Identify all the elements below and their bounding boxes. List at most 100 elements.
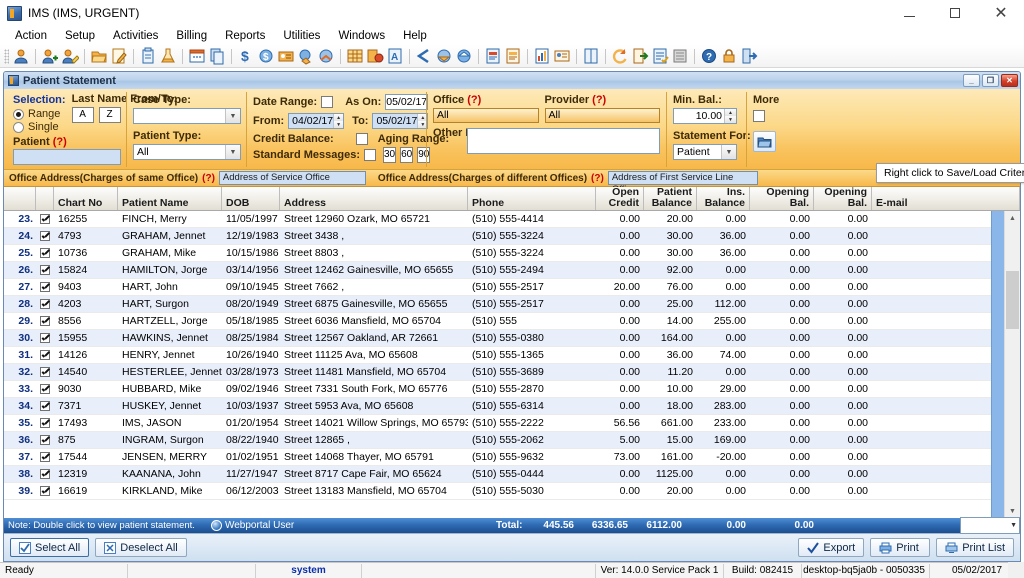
grid-column-header-open_credit[interactable]: Open Credit bbox=[596, 187, 644, 210]
checkbox-checked-icon[interactable] bbox=[40, 469, 50, 479]
from-date-spinner[interactable]: ▲ ▼ bbox=[333, 114, 344, 128]
menu-item-reports[interactable]: Reports bbox=[216, 28, 274, 44]
row-select-checkbox[interactable] bbox=[36, 265, 54, 275]
row-select-checkbox[interactable] bbox=[36, 384, 54, 394]
charge-icon[interactable]: $ bbox=[257, 47, 275, 65]
lock-icon[interactable] bbox=[720, 47, 738, 65]
grid-column-header-patient_name[interactable]: Patient Name bbox=[118, 187, 222, 210]
checkbox-checked-icon[interactable] bbox=[40, 231, 50, 241]
auth-icon[interactable]: A bbox=[386, 47, 404, 65]
minimize-button[interactable] bbox=[886, 0, 932, 26]
patient-help-marker[interactable]: (?) bbox=[53, 136, 67, 148]
grid-column-header-patient_balance[interactable]: Patient Balance bbox=[644, 187, 697, 210]
load-criteria-button[interactable] bbox=[753, 131, 776, 152]
back-arrow-icon[interactable] bbox=[415, 47, 433, 65]
row-select-checkbox[interactable] bbox=[36, 248, 54, 258]
mdi-close-button[interactable]: ✕ bbox=[1001, 74, 1018, 87]
row-select-checkbox[interactable] bbox=[36, 350, 54, 360]
checkbox-checked-icon[interactable] bbox=[40, 486, 50, 496]
checkbox-checked-icon[interactable] bbox=[40, 384, 50, 394]
checkbox-checked-icon[interactable] bbox=[40, 435, 50, 445]
print-button[interactable]: Print bbox=[870, 538, 931, 557]
row-select-checkbox[interactable] bbox=[36, 214, 54, 224]
report-orange-icon[interactable] bbox=[504, 47, 522, 65]
credit-balance-checkbox[interactable] bbox=[355, 133, 368, 145]
table-row[interactable]: 27. 9403 HART, John 09/10/1945 Street 7662 ,… bbox=[4, 279, 1020, 296]
payment-icon[interactable]: $ bbox=[237, 47, 255, 65]
grid-icon[interactable] bbox=[346, 47, 364, 65]
table-row[interactable]: 32. 14540 HESTERLEE, Jennet 03/28/1973 Stree… bbox=[4, 364, 1020, 381]
totals-overflow-combo[interactable]: ▼ bbox=[960, 517, 1020, 534]
different-office-help-marker[interactable]: (?) bbox=[591, 173, 604, 184]
refresh-icon[interactable] bbox=[611, 47, 629, 65]
from-date-input[interactable]: 04/02/17 ▲ ▼ bbox=[288, 113, 345, 129]
row-select-checkbox[interactable] bbox=[36, 469, 54, 479]
provider-help-marker[interactable]: (?) bbox=[592, 94, 606, 106]
patient-add-icon[interactable] bbox=[41, 47, 59, 65]
export-icon[interactable] bbox=[631, 47, 649, 65]
claim-status-icon[interactable] bbox=[317, 47, 335, 65]
as-on-input[interactable]: 05/02/17 bbox=[385, 94, 429, 110]
report-red-icon[interactable] bbox=[484, 47, 502, 65]
menu-item-utilities[interactable]: Utilities bbox=[274, 28, 329, 44]
chart-bar-icon[interactable] bbox=[533, 47, 551, 65]
select-all-button[interactable]: Select All bbox=[10, 538, 90, 557]
provider-select[interactable]: All bbox=[544, 108, 660, 123]
mdi-minimize-button[interactable]: _ bbox=[963, 74, 980, 87]
menu-item-setup[interactable]: Setup bbox=[56, 28, 104, 44]
statement-for-select[interactable]: Patient ▼ bbox=[673, 144, 737, 160]
grid-column-header-email[interactable]: E-mail bbox=[872, 187, 1020, 210]
scrollbar-thumb[interactable] bbox=[1006, 271, 1019, 329]
checkbox-checked-icon[interactable] bbox=[40, 350, 50, 360]
row-select-checkbox[interactable] bbox=[36, 367, 54, 377]
chevron-down-icon[interactable]: ▼ bbox=[225, 145, 240, 159]
id-card-icon[interactable] bbox=[553, 47, 571, 65]
date-range-checkbox[interactable] bbox=[321, 96, 334, 108]
grid-column-header-phone[interactable]: Phone bbox=[468, 187, 596, 210]
open-folder-icon[interactable] bbox=[90, 47, 108, 65]
checkbox-checked-icon[interactable] bbox=[40, 214, 50, 224]
table-row[interactable]: 23. 16255 FINCH, Merry 11/05/1997 Street 129… bbox=[4, 211, 1020, 228]
table-row[interactable]: 25. 10736 GRAHAM, Mike 10/15/1986 Street 880… bbox=[4, 245, 1020, 262]
row-select-checkbox[interactable] bbox=[36, 401, 54, 411]
different-office-address-input[interactable]: Address of First Service Line Office bbox=[607, 171, 758, 195]
chevron-down-icon[interactable]: ▼ bbox=[225, 109, 240, 123]
table-row[interactable]: 31. 14126 HENRY, Jennet 10/26/1940 Street 11… bbox=[4, 347, 1020, 364]
grid-vertical-scrollbar[interactable]: ▲ ▼ bbox=[1004, 211, 1020, 518]
table-row[interactable]: 35. 17493 IMS, JASON 01/20/1954 Street 14021… bbox=[4, 415, 1020, 432]
office-select[interactable]: All bbox=[433, 108, 539, 123]
to-date-input[interactable]: 05/02/17 ▲ ▼ bbox=[372, 113, 429, 129]
table-row[interactable]: 33. 9030 HUBBARD, Mike 09/02/1946 Street 733… bbox=[4, 381, 1020, 398]
calendar-icon[interactable] bbox=[188, 47, 206, 65]
checkbox-checked-icon[interactable] bbox=[40, 367, 50, 377]
maximize-button[interactable] bbox=[932, 0, 978, 26]
lab-flask-icon[interactable] bbox=[159, 47, 177, 65]
office-help-marker[interactable]: (?) bbox=[467, 94, 481, 106]
clipboard-icon[interactable] bbox=[139, 47, 157, 65]
lastname-to-input[interactable]: Z bbox=[98, 107, 121, 123]
aging-60-input[interactable]: 60 bbox=[400, 147, 414, 163]
deselect-all-button[interactable]: Deselect All bbox=[95, 538, 187, 557]
checkbox-checked-icon[interactable] bbox=[40, 265, 50, 275]
mdi-restore-button[interactable]: ❐ bbox=[982, 74, 999, 87]
row-select-checkbox[interactable] bbox=[36, 316, 54, 326]
min-balance-input[interactable]: 10.00 ▲ ▼ bbox=[673, 108, 737, 124]
checkbox-checked-icon[interactable] bbox=[40, 333, 50, 343]
table-row[interactable]: 26. 15824 HAMILTON, Jorge 03/14/1956 Street … bbox=[4, 262, 1020, 279]
row-select-checkbox[interactable] bbox=[36, 435, 54, 445]
checkbox-checked-icon[interactable] bbox=[40, 248, 50, 258]
ledger-icon[interactable] bbox=[671, 47, 689, 65]
grid-column-header-chart_no[interactable]: Chart No bbox=[54, 187, 118, 210]
patient-edit-icon[interactable] bbox=[61, 47, 79, 65]
row-select-checkbox[interactable] bbox=[36, 231, 54, 241]
single-radio[interactable] bbox=[13, 121, 24, 133]
export-button[interactable]: Export bbox=[798, 538, 865, 557]
row-select-checkbox[interactable] bbox=[36, 452, 54, 462]
aging-30-input[interactable]: 30 bbox=[382, 147, 397, 163]
chevron-down-icon[interactable]: ▼ bbox=[721, 145, 736, 159]
task-icon[interactable] bbox=[651, 47, 669, 65]
table-row[interactable]: 28. 4203 HART, Surgon 08/20/1949 Street 6875… bbox=[4, 296, 1020, 313]
exit-icon[interactable] bbox=[740, 47, 758, 65]
grid-column-header-ins_opening_bal[interactable]: Ins.Opening Bal. bbox=[814, 187, 872, 210]
grid-column-header-ins_balance[interactable]: Ins. Balance bbox=[697, 187, 750, 210]
